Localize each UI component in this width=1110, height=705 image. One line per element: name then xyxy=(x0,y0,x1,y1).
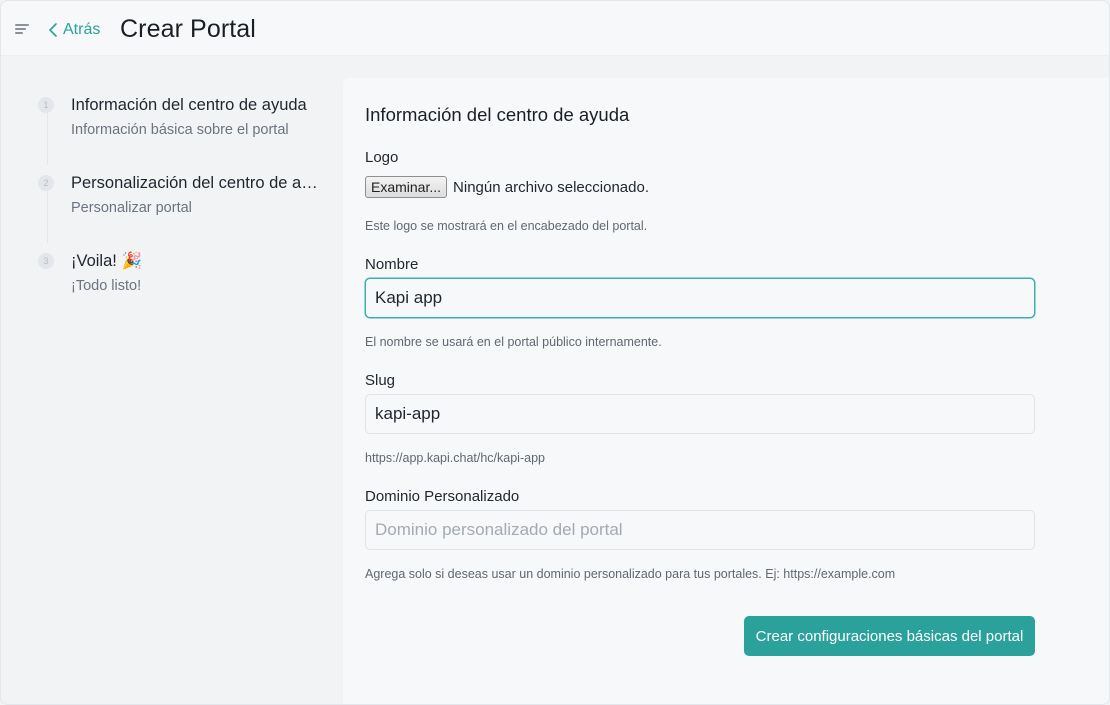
custom-domain-input[interactable] xyxy=(365,510,1035,550)
step-subtitle: Personalizar portal xyxy=(71,200,192,216)
slug-label: Slug xyxy=(365,372,396,389)
step-connector xyxy=(47,187,48,243)
step-title: Información del centro de ayuda xyxy=(71,96,307,114)
page-title: Crear Portal xyxy=(120,15,256,43)
custom-domain-help-text: Agrega solo si deseas usar un dominio pe… xyxy=(365,567,896,581)
logo-file-input: Examinar... Ningún archivo seleccionado. xyxy=(365,176,649,198)
slug-input[interactable] xyxy=(365,394,1035,434)
name-input[interactable] xyxy=(365,278,1035,318)
slug-url-preview: https://app.kapi.chat/hc/kapi-app xyxy=(365,451,545,465)
name-help-text: El nombre se usará en el portal público … xyxy=(365,335,662,349)
back-button[interactable]: Atrás xyxy=(48,19,100,41)
step-number: 3 xyxy=(38,253,54,269)
browse-file-button[interactable]: Examinar... xyxy=(365,176,448,198)
step-connector xyxy=(47,109,48,165)
step-subtitle: ¡Todo listo! xyxy=(71,278,142,294)
step-number: 2 xyxy=(38,175,54,191)
section-title: Información del centro de ayuda xyxy=(365,104,630,125)
form-panel: Información del centro de ayuda Logo Exa… xyxy=(343,78,1109,704)
step-info[interactable]: 1 Información del centro de ayuda Inform… xyxy=(38,95,331,139)
step-number: 1 xyxy=(38,97,54,113)
logo-help-text: Este logo se mostrará en el encabezado d… xyxy=(365,219,648,233)
app-window: Atrás Crear Portal 1 Información del cen… xyxy=(0,0,1110,705)
top-bar: Atrás Crear Portal xyxy=(1,1,1109,56)
step-done[interactable]: 3 ¡Voila! 🎉 ¡Todo listo! xyxy=(38,251,331,295)
step-customization[interactable]: 2 Personalización del centro de ayuda Pe… xyxy=(38,173,331,217)
menu-toggle-icon[interactable] xyxy=(15,24,29,36)
back-label: Atrás xyxy=(63,21,101,38)
file-status: Ningún archivo seleccionado. xyxy=(453,178,649,196)
create-portal-button[interactable]: Crear configuraciones básicas del portal xyxy=(744,616,1035,656)
logo-label: Logo xyxy=(365,149,399,166)
step-subtitle: Información básica sobre el portal xyxy=(71,122,289,138)
step-title: Personalización del centro de ayuda xyxy=(71,174,321,192)
custom-domain-label: Dominio Personalizado xyxy=(365,488,520,505)
name-label: Nombre xyxy=(365,256,419,273)
steps-sidebar: 1 Información del centro de ayuda Inform… xyxy=(1,57,343,704)
chevron-left-icon xyxy=(49,23,57,37)
step-title: ¡Voila! 🎉 xyxy=(71,252,142,270)
